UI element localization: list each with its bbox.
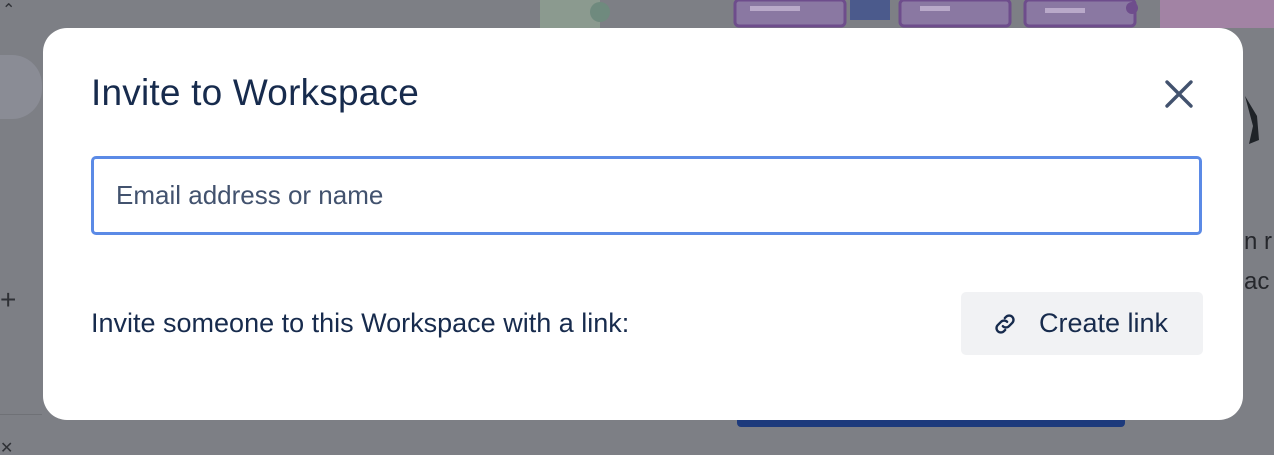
- dialog-title: Invite to Workspace: [91, 72, 420, 113]
- background-illustration-fragment: [1245, 96, 1259, 144]
- invite-dialog: Invite to Workspace Invite someone to th…: [43, 28, 1243, 420]
- create-link-label: Create link: [1039, 308, 1169, 338]
- background-x-icon: ✕: [0, 440, 14, 455]
- background-illustration: [540, 0, 1274, 28]
- background-chevron-icon: ⌃: [2, 2, 16, 19]
- invite-link-prompt: Invite someone to this Workspace with a …: [91, 308, 630, 338]
- close-button[interactable]: [1161, 76, 1197, 112]
- link-icon: [991, 310, 1019, 338]
- background-plus-icon: +: [0, 284, 17, 315]
- close-icon: [1165, 80, 1193, 108]
- email-or-name-input[interactable]: [91, 156, 1202, 235]
- background-button: [737, 419, 1125, 427]
- create-link-button[interactable]: Create link: [961, 292, 1203, 355]
- background-sidebar-item: [0, 55, 42, 119]
- background-text-fragment: n r: [1244, 228, 1273, 255]
- background-text-fragment: ac: [1244, 268, 1270, 295]
- background-divider: [0, 414, 42, 415]
